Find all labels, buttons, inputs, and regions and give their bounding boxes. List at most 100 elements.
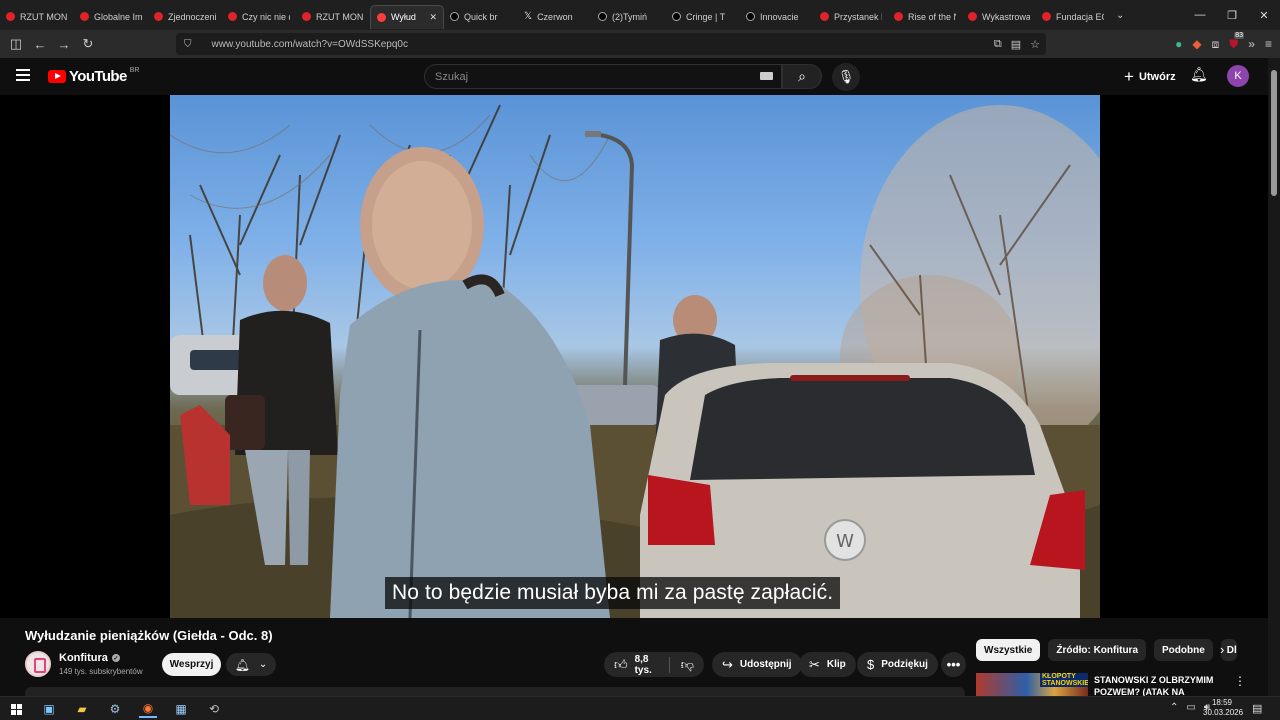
firefox-icon[interactable]: ◉: [139, 700, 157, 718]
scrollbar-thumb[interactable]: [1271, 70, 1277, 196]
clip-button[interactable]: ✂ Klip: [799, 652, 856, 677]
search-input[interactable]: Szukaj: [424, 64, 782, 89]
app-icon[interactable]: ⟲: [205, 700, 223, 718]
create-button[interactable]: + Utwórz: [1114, 64, 1186, 89]
overflow-chevron-icon[interactable]: »: [1248, 37, 1255, 51]
more-actions-button[interactable]: •••: [941, 652, 966, 677]
thumbs-up-icon[interactable]: 👍︎: [614, 657, 628, 673]
tray-chevron-up-icon[interactable]: ⌃: [1170, 702, 1178, 713]
sidebar-toggle-icon[interactable]: ◫: [4, 32, 28, 56]
browser-tab[interactable]: Cringe | T: [666, 5, 740, 29]
youtube-logo[interactable]: YouTube BR: [48, 67, 139, 85]
video-subtitle: No to będzie musiał byba mi za pastę zap…: [385, 577, 841, 609]
like-dislike-group: 👍︎ 8,8 tys. 👎︎: [604, 652, 704, 677]
video-player[interactable]: W No to będzie musiał byba mi za pastę z…: [0, 95, 1268, 618]
browser-tab[interactable]: Przystanek Le: [814, 5, 888, 29]
network-icon[interactable]: ▭: [1186, 702, 1195, 713]
youtube-favicon-icon: [6, 12, 15, 21]
search-button[interactable]: ⌕: [782, 64, 822, 89]
keyboard-icon[interactable]: [760, 72, 773, 80]
voice-search-button[interactable]: 🎙: [832, 63, 860, 91]
youtube-favicon-icon: [968, 12, 977, 21]
youtube-header: YouTube BR Szukaj ⌕ 🎙 + Utwórz 🔔︎ K: [0, 58, 1268, 95]
restore-icon[interactable]: ❐: [1216, 0, 1248, 30]
notification-center-icon[interactable]: ▤: [1252, 702, 1262, 715]
chevron-right-icon[interactable]: ›: [1220, 642, 1224, 657]
vpn-extension-icon[interactable]: ●: [1175, 37, 1182, 51]
chip-all[interactable]: Wszystkie: [976, 639, 1041, 661]
channel-avatar[interactable]: [25, 651, 51, 677]
file-explorer-icon[interactable]: ▰: [73, 700, 91, 718]
share-button[interactable]: ↪ Udostępnij: [712, 652, 802, 677]
youtube-favicon-icon: [302, 12, 311, 21]
youtube-favicon-icon: [820, 12, 829, 21]
account-avatar[interactable]: K: [1227, 65, 1249, 87]
browser-toolbar: ◫ ← → ↻ ⛉ www.youtube.com/watch?v=OWdSSK…: [0, 30, 1280, 58]
windows-taskbar: ▣ ▰ ⚙ ◉ ▦ ⟲ ⌃ ▭ 🔊︎ 18:59 30.03.2026 ▤: [0, 696, 1280, 720]
close-icon[interactable]: ✕: [1248, 0, 1280, 30]
windows-logo-icon: [10, 703, 22, 715]
calculator-icon[interactable]: ▦: [172, 700, 190, 718]
picture-in-picture-icon[interactable]: ⧉: [994, 38, 1002, 51]
recommended-title[interactable]: STANOWSKI Z OLBRZYMIM POZWEM? (ATAK NA: [1094, 674, 1220, 696]
tiktok-favicon-icon: [450, 12, 459, 21]
extensions-puzzle-icon[interactable]: ⧈: [1212, 37, 1220, 52]
video-frame[interactable]: W: [170, 95, 1100, 618]
browser-tab[interactable]: Globalne Imp: [74, 5, 148, 29]
browser-tab[interactable]: Fundacja ECF: [1036, 5, 1110, 29]
start-button[interactable]: [7, 700, 25, 718]
bookmark-star-icon[interactable]: ☆: [1030, 38, 1040, 51]
create-label: Utwórz: [1138, 70, 1176, 83]
chip-related[interactable]: Podobne: [1154, 639, 1213, 661]
thumbs-down-icon[interactable]: 👎︎: [681, 657, 694, 673]
more-vertical-icon[interactable]: ⋮: [1234, 674, 1246, 688]
browser-tab[interactable]: RZUT MONET: [0, 5, 74, 29]
browser-tab[interactable]: Wykastrowa: [962, 5, 1036, 29]
tab-title: Cringe | T: [686, 11, 726, 22]
monitor-app-icon[interactable]: ▣: [40, 700, 58, 718]
tab-title: RZUT MONET: [316, 11, 364, 22]
chip-source[interactable]: Źródło: Konfitura: [1048, 639, 1147, 661]
tab-title: Wykastrowa: [982, 11, 1030, 22]
browser-tab[interactable]: Wyłud ✕: [370, 4, 444, 29]
hamburger-menu-icon[interactable]: [16, 69, 30, 84]
steam-icon[interactable]: ⚙: [106, 700, 124, 718]
browser-tab[interactable]: Czy nic nie d: [222, 5, 296, 29]
recommended-thumbnail[interactable]: KŁOPOTY STANOWSKIEGO: [976, 673, 1088, 696]
tab-close-icon[interactable]: ✕: [429, 12, 437, 23]
search-placeholder: Szukaj: [435, 70, 469, 83]
browser-tab[interactable]: RZUT MONET: [296, 5, 370, 29]
system-clock[interactable]: 18:59 30.03.2026: [1203, 698, 1243, 718]
tiktok-favicon-icon: [746, 12, 755, 21]
tab-title: Fundacja ECF: [1056, 11, 1104, 22]
browser-tab[interactable]: Zjednoczeni: [148, 5, 222, 29]
like-count[interactable]: 8,8 tys.: [635, 654, 653, 676]
browser-tab[interactable]: Rise of the N: [888, 5, 962, 29]
svg-text:W: W: [836, 531, 854, 552]
reload-icon[interactable]: ↻: [76, 32, 100, 56]
notifications-bell-icon[interactable]: 🔔︎: [1190, 66, 1208, 83]
forward-icon[interactable]: →: [52, 32, 76, 56]
page-scrollbar[interactable]: [1268, 58, 1280, 696]
youtube-favicon-icon: [377, 12, 386, 22]
menu-icon[interactable]: ≡: [1265, 37, 1272, 51]
browser-tab[interactable]: 𝕏 Czerwon: [518, 5, 592, 29]
browser-tab[interactable]: Quick br: [444, 5, 518, 29]
minimize-icon[interactable]: —: [1184, 0, 1216, 30]
channel-name-link[interactable]: Konfitura ✓: [59, 652, 120, 664]
thumbnail-text: KŁOPOTY STANOWSKIEGO: [1040, 673, 1088, 687]
reader-view-icon[interactable]: ▤: [1011, 38, 1021, 51]
ublock-extension-icon[interactable]: ⛊ 83: [1229, 31, 1245, 52]
support-button[interactable]: Wesprzyj: [162, 653, 221, 676]
address-bar[interactable]: ⛉ www.youtube.com/watch?v=OWdSSKepq0c ⧉ …: [176, 33, 1046, 55]
youtube-favicon-icon: [894, 12, 903, 21]
tab-list-dropdown-icon[interactable]: ⌄: [1116, 10, 1134, 21]
thanks-button[interactable]: $ Podziękuj: [857, 652, 938, 677]
notifications-dropdown-button[interactable]: 🔔︎ ⌄: [226, 653, 276, 676]
back-icon[interactable]: ←: [28, 32, 52, 56]
fox-extension-icon[interactable]: ◆: [1192, 37, 1201, 51]
browser-tab[interactable]: (2)Tymiń: [592, 5, 666, 29]
description-box[interactable]: [25, 687, 965, 696]
browser-tab[interactable]: Innovacie: [740, 5, 814, 29]
tab-title: Quick br: [464, 11, 498, 22]
